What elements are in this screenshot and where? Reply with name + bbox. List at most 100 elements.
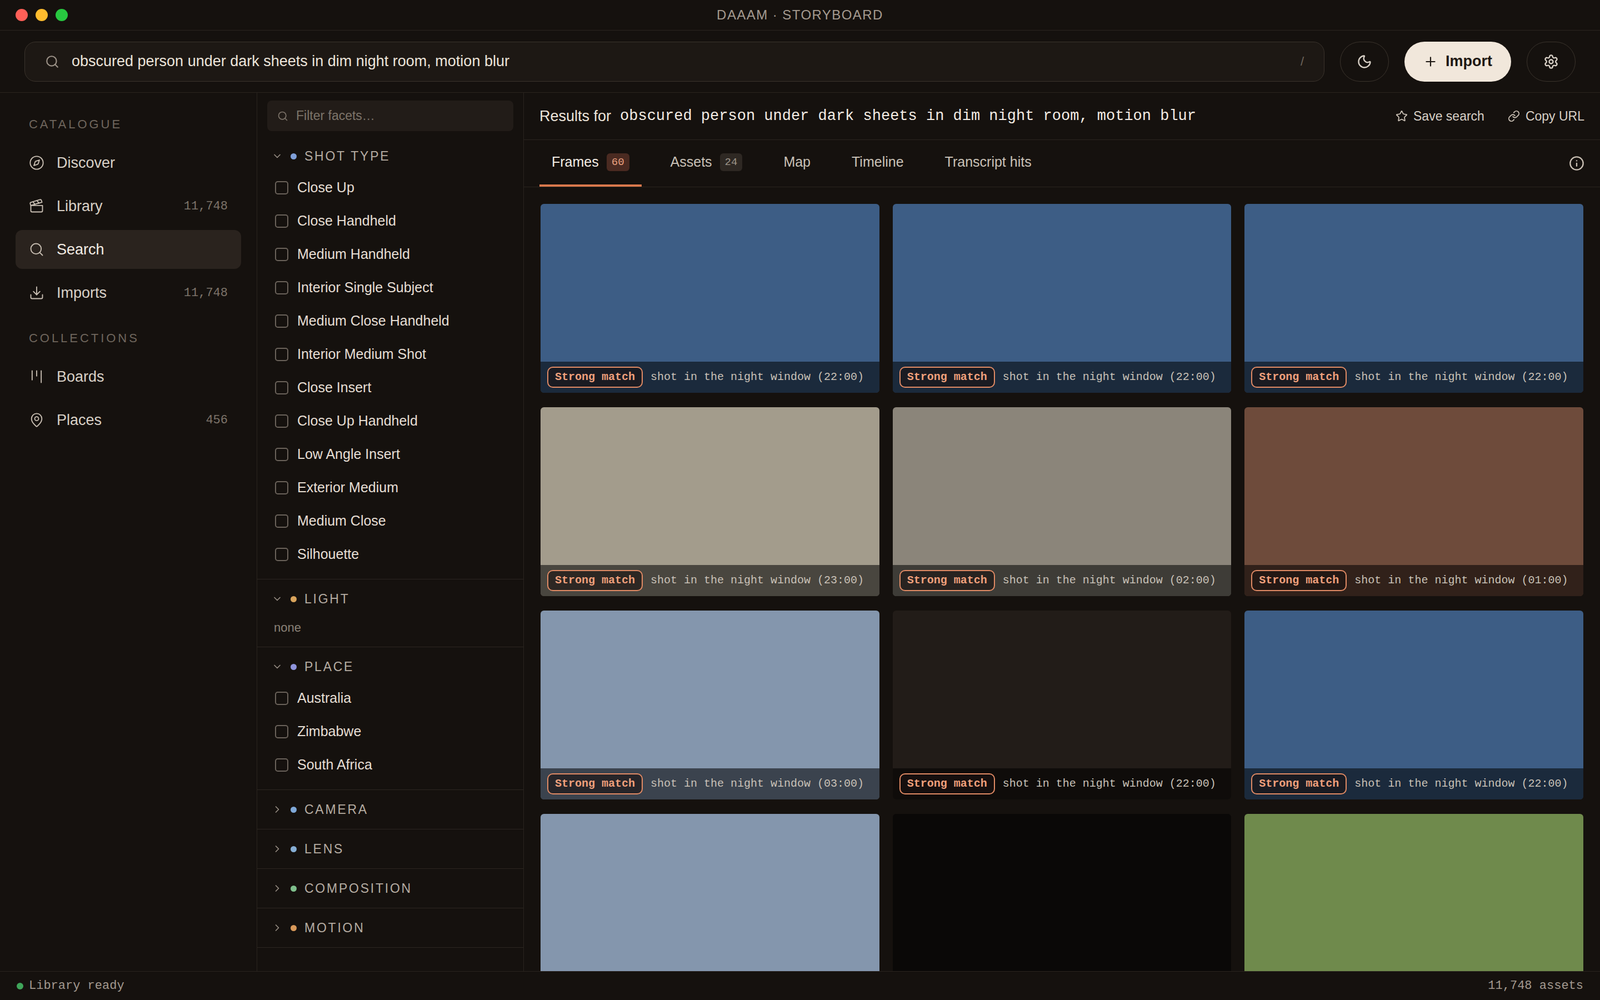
checkbox[interactable] <box>275 214 289 228</box>
facet-header[interactable]: SHOT TYPE <box>257 144 524 168</box>
checkbox[interactable] <box>275 547 289 562</box>
frame-card[interactable] <box>892 813 1232 972</box>
facet-option[interactable]: Close Up Handheld <box>257 404 524 438</box>
frame-card[interactable]: Strong matchshot in the night window (22… <box>892 610 1232 800</box>
checkbox[interactable] <box>275 314 289 328</box>
checkbox[interactable] <box>275 481 289 495</box>
checkbox[interactable] <box>275 514 289 528</box>
facet-option[interactable]: Interior Medium Shot <box>257 337 524 372</box>
facet-option[interactable]: Zimbabwe <box>257 715 524 749</box>
minimize-button[interactable] <box>35 8 48 22</box>
section-title: COLLECTIONS <box>15 328 242 353</box>
facet-option[interactable]: Low Angle Insert <box>257 437 524 472</box>
frame-caption: shot in the night window (01:00) <box>1354 572 1568 589</box>
frame-caption-bar: Strong matchshot in the night window (23… <box>540 565 880 597</box>
checkbox[interactable] <box>275 725 289 739</box>
facet-header[interactable]: MOTION <box>257 916 524 940</box>
count: 456 <box>205 411 228 430</box>
facet-header[interactable]: LIGHT <box>257 587 524 611</box>
facet-header[interactable]: COMPOSITION <box>257 876 524 900</box>
checkbox[interactable] <box>275 281 289 295</box>
sidebar-item[interactable]: Places456 <box>15 400 242 440</box>
facet-header[interactable]: PLACE <box>257 655 524 679</box>
facet-header[interactable]: CAMERA <box>257 797 524 822</box>
facet-filter[interactable]: Filter facets… <box>267 100 514 132</box>
frame-card[interactable]: Strong matchshot in the night window (23… <box>540 407 880 597</box>
facet-dot <box>290 596 297 603</box>
zoom-button[interactable] <box>55 8 68 22</box>
frame-card[interactable]: Strong matchshot in the night window (03… <box>540 610 880 800</box>
tab[interactable]: Frames60 <box>539 140 642 187</box>
frame-card[interactable]: Strong matchshot in the night window (02… <box>892 407 1232 597</box>
checkbox[interactable] <box>275 758 289 772</box>
results-panel: Results forobscured person under dark sh… <box>523 92 1600 972</box>
checkbox[interactable] <box>275 381 289 395</box>
sidebar-item[interactable]: Library11,748 <box>15 186 242 226</box>
sidebar-section: CATALOGUEDiscoverLibrary11,748SearchImpo… <box>15 115 242 313</box>
frame-card[interactable]: Strong matchshot in the night window (22… <box>540 203 880 393</box>
theme-button[interactable] <box>1340 41 1389 82</box>
sidebar-item[interactable]: Boards <box>15 357 242 397</box>
frame-card[interactable] <box>1244 813 1584 972</box>
facet-option[interactable]: Medium Close <box>257 504 524 538</box>
facet-dot <box>290 846 297 853</box>
frame-card[interactable]: Strong matchshot in the night window (22… <box>1244 203 1584 393</box>
frame-caption-bar: Strong matchshot in the night window (02… <box>892 565 1232 597</box>
checkbox[interactable] <box>275 347 289 362</box>
tab[interactable]: Map <box>771 140 823 187</box>
settings-button[interactable] <box>1526 41 1576 82</box>
close-button[interactable] <box>15 8 28 22</box>
facet-header[interactable]: LENS <box>257 837 524 861</box>
moon-icon <box>1356 53 1373 70</box>
tab[interactable]: Transcript hits <box>932 140 1044 187</box>
search-field[interactable]: obscured person under dark sheets in dim… <box>24 41 1325 82</box>
facet-option[interactable]: Close Handheld <box>257 204 524 238</box>
facet-dot <box>290 806 297 813</box>
frame-caption-bar: Strong matchshot in the night window (22… <box>540 361 880 393</box>
checkbox[interactable] <box>275 447 289 462</box>
facet-group: COMPOSITION <box>257 868 524 909</box>
frame-card[interactable]: Strong matchshot in the night window (01… <box>1244 407 1584 597</box>
facet-option[interactable]: Australia <box>257 681 524 715</box>
top-bar: obscured person under dark sheets in dim… <box>0 30 1600 93</box>
facet-option[interactable]: Medium Close Handheld <box>257 304 524 338</box>
facets-panel: Filter facets… SHOT TYPE Close UpClose Han… <box>257 92 524 972</box>
facet-option[interactable]: South Africa <box>257 748 524 782</box>
header-action[interactable]: Save search <box>1395 106 1485 127</box>
tab[interactable]: Assets24 <box>658 140 755 187</box>
results-header: Results forobscured person under dark sh… <box>523 92 1600 140</box>
tab-count: 24 <box>720 153 743 172</box>
match-badge: Strong match <box>547 773 643 795</box>
frame-caption: shot in the night window (22:00) <box>1354 775 1568 793</box>
frame-caption: shot in the night window (22:00) <box>1002 775 1217 793</box>
facet-dot <box>290 663 297 670</box>
checkbox[interactable] <box>275 181 289 195</box>
tab-count: 60 <box>606 153 630 172</box>
info-icon[interactable] <box>1568 155 1585 172</box>
facet-option[interactable]: Silhouette <box>257 537 524 572</box>
frame-caption: shot in the night window (23:00) <box>650 572 864 589</box>
facet-option[interactable]: Close Insert <box>257 371 524 405</box>
checkbox[interactable] <box>275 414 289 428</box>
tab[interactable]: Timeline <box>839 140 917 187</box>
match-badge: Strong match <box>1251 773 1347 795</box>
frame-caption: shot in the night window (22:00) <box>1002 368 1217 386</box>
facet-option[interactable]: Interior Single Subject <box>257 271 524 305</box>
facet-option[interactable]: Medium Handheld <box>257 237 524 272</box>
import-button[interactable]: Import <box>1404 41 1512 82</box>
facet-option[interactable]: Exterior Medium <box>257 471 524 505</box>
frame-card[interactable] <box>540 813 880 972</box>
frame-card[interactable]: Strong matchshot in the night window (22… <box>892 203 1232 393</box>
frame-card[interactable]: Strong match shot in the night window (22… <box>1244 610 1584 800</box>
sidebar-item[interactable]: Imports11,748 <box>15 273 242 313</box>
sidebar-item[interactable]: Discover <box>15 143 242 183</box>
checkbox[interactable] <box>275 247 289 262</box>
facet-option[interactable]: Close Up <box>257 171 524 205</box>
nav-icon <box>28 285 45 301</box>
frame-caption-bar: Strong matchshot in the night window (22… <box>892 768 1232 800</box>
header-action[interactable]: Copy URL <box>1507 106 1585 127</box>
action-icon <box>1507 110 1520 123</box>
checkbox[interactable] <box>275 691 289 705</box>
sidebar-item[interactable]: Search <box>15 230 242 269</box>
frame-grid: Strong match shot in the night window (22… <box>523 187 1600 972</box>
